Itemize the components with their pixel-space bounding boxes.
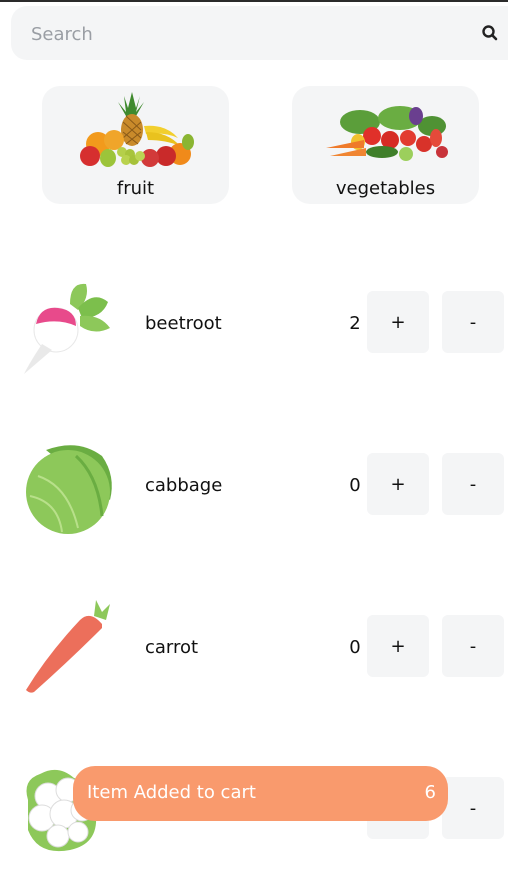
carrot-image: [26, 600, 110, 693]
item-name: cabbage: [145, 475, 223, 496]
category-fruit[interactable]: fruit: [42, 86, 229, 204]
search-icon[interactable]: [481, 24, 499, 42]
search-input[interactable]: [29, 6, 463, 62]
top-border: [0, 0, 508, 2]
item-name: carrot: [145, 637, 199, 658]
category-label: vegetables: [335, 178, 436, 199]
increment-button[interactable]: +: [367, 291, 429, 353]
cart-count-badge: 6: [424, 782, 436, 803]
increment-button[interactable]: +: [367, 453, 429, 515]
item-quantity: 0: [349, 475, 361, 496]
list-item: cabbage 0 + -: [0, 428, 508, 534]
decrement-button[interactable]: -: [442, 453, 504, 515]
search-bar[interactable]: [11, 6, 508, 62]
list-item: carrot 0 + -: [0, 590, 508, 693]
beetroot-image: [24, 283, 110, 374]
list-item: beetroot 2 + -: [0, 266, 508, 374]
increment-button[interactable]: +: [367, 615, 429, 677]
decrement-button[interactable]: -: [442, 615, 504, 677]
item-name: beetroot: [145, 313, 222, 334]
cart-toast[interactable]: Item Added to cart 6: [73, 766, 448, 821]
toast-message: Item Added to cart: [87, 782, 256, 803]
fruit-basket-image: [80, 92, 194, 167]
cabbage-image: [26, 445, 112, 534]
decrement-button[interactable]: -: [442, 291, 504, 353]
item-quantity: 0: [349, 637, 361, 658]
category-vegetables[interactable]: vegetables: [292, 86, 479, 204]
decrement-button[interactable]: -: [442, 777, 504, 839]
item-quantity: 2: [349, 313, 361, 334]
category-label: fruit: [116, 178, 155, 199]
vegetables-basket-image: [326, 106, 448, 161]
